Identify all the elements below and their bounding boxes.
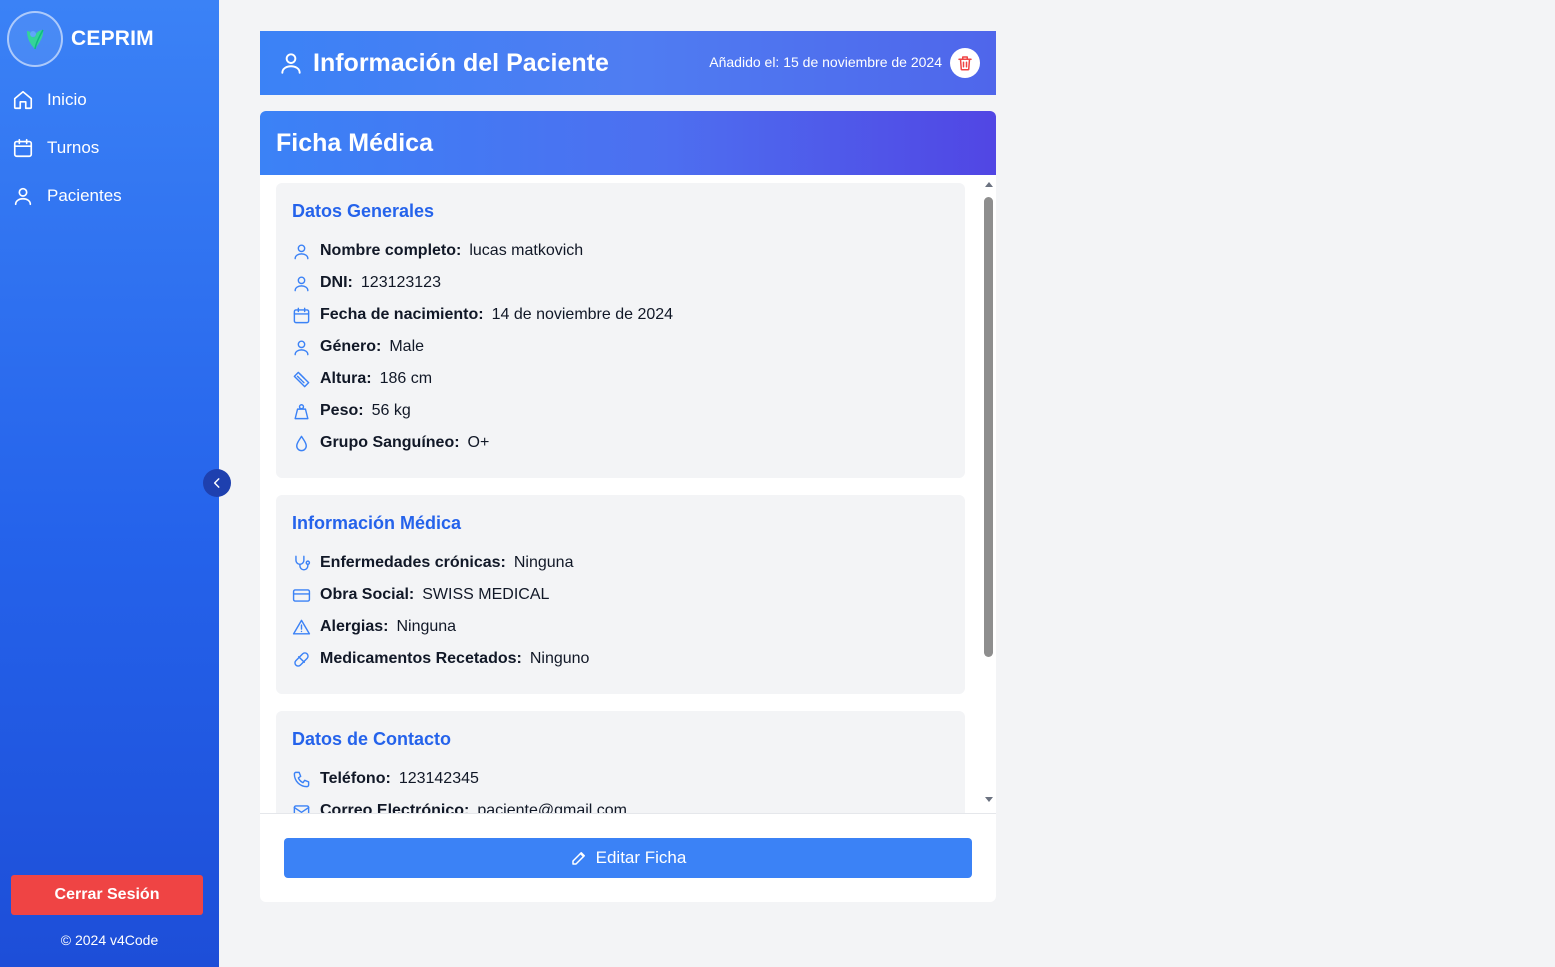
field-value: O+: [467, 434, 490, 451]
logout-button[interactable]: Cerrar Sesión: [11, 875, 203, 915]
field-label: DNI:: [320, 274, 353, 291]
sidebar-item-turnos[interactable]: Turnos: [0, 124, 219, 172]
field-label: Teléfono:: [320, 770, 391, 787]
ficha-title: Ficha Médica: [276, 128, 433, 157]
scrollbar[interactable]: [982, 175, 996, 813]
field-label: Grupo Sanguíneo:: [320, 434, 460, 451]
field-altura: Altura: 186 cm: [292, 367, 432, 391]
mail-icon: [293, 804, 310, 813]
ruler-icon: [293, 371, 310, 387]
sidebar-nav: Inicio Turnos Pacientes: [0, 76, 219, 220]
ficha-scroll-area[interactable]: Datos Generales Nombre completo: lucas m…: [260, 175, 996, 813]
section-informacion-medica: Información Médica Enfermedades crónicas…: [276, 495, 965, 694]
pill-icon: [294, 651, 309, 667]
added-date: Añadido el: 15 de noviembre de 2024: [709, 54, 942, 70]
field-alergias: Alergias: Ninguna: [292, 615, 456, 639]
id-user-icon: [294, 275, 309, 291]
field-genero: Género: Male: [292, 335, 424, 359]
field-label: Obra Social:: [320, 586, 415, 603]
field-value: SWISS MEDICAL: [422, 586, 550, 603]
sidebar-item-label: Inicio: [47, 90, 87, 109]
user-icon: [281, 53, 301, 74]
delete-patient-button[interactable]: [950, 48, 980, 78]
field-value: lucas matkovich: [469, 242, 584, 259]
edit-ficha-label: Editar Ficha: [595, 848, 687, 867]
phone-icon: [293, 771, 310, 787]
field-label: Medicamentos Recetados:: [320, 650, 522, 667]
field-value: 123123123: [360, 274, 441, 291]
sidebar-item-label: Turnos: [47, 138, 100, 157]
field-label: Peso:: [320, 402, 364, 419]
field-value: Ninguno: [529, 650, 590, 667]
field-value: Ninguna: [396, 618, 457, 635]
home-icon: [13, 90, 33, 110]
field-fecha-nacimiento: Fecha de nacimiento: 14 de noviembre de …: [292, 303, 673, 327]
section-datos-contacto: Datos de Contacto Teléfono: 123142345 Co…: [276, 711, 965, 813]
user-icon: [294, 339, 309, 355]
page-title: Información del Paciente: [313, 48, 609, 77]
field-correo: Correo Electrónico: paciente@gmail.com: [292, 799, 627, 813]
field-label: Alergias:: [320, 618, 389, 635]
alert-triangle-icon: [292, 619, 311, 635]
user-icon: [294, 243, 309, 259]
sidebar-item-inicio[interactable]: Inicio: [0, 76, 219, 124]
field-label: Fecha de nacimiento:: [320, 306, 484, 323]
field-value: 56 kg: [371, 402, 411, 419]
patient-header: Información del Paciente Añadido el: 15 …: [260, 31, 996, 95]
field-value: 186 cm: [379, 370, 433, 387]
field-label: Enfermedades crónicas:: [320, 554, 506, 571]
field-telefono: Teléfono: 123142345: [292, 767, 479, 791]
field-label: Género:: [320, 338, 382, 355]
field-value: Male: [389, 338, 425, 355]
stethoscope-icon: [295, 555, 311, 571]
field-value: paciente@gmail.com: [477, 802, 627, 813]
field-value: 123142345: [398, 770, 479, 787]
field-label: Correo Electrónico:: [320, 802, 470, 813]
scroll-down-arrow[interactable]: [985, 797, 993, 802]
field-grupo-sanguineo: Grupo Sanguíneo: O+: [292, 431, 489, 455]
field-obra-social: Obra Social: SWISS MEDICAL: [292, 583, 549, 607]
brand-name: CEPRIM: [71, 27, 154, 50]
field-label: Nombre completo:: [320, 242, 462, 259]
ceprim-logo: [7, 11, 63, 67]
sidebar-item-label: Pacientes: [47, 186, 122, 205]
field-value: 14 de noviembre de 2024: [491, 306, 674, 323]
section-title: Datos de Contacto: [292, 729, 452, 749]
ficha-header: Ficha Médica: [260, 111, 996, 175]
field-nombre: Nombre completo: lucas matkovich: [292, 239, 583, 263]
section-title: Información Médica: [292, 513, 462, 533]
calendar-icon: [13, 138, 33, 158]
ficha-card: Ficha Médica Datos Generales Nombre comp…: [260, 111, 996, 902]
field-label: Altura:: [320, 370, 372, 387]
field-dni: DNI: 123123123: [292, 271, 441, 295]
trash-icon: [958, 56, 972, 71]
sidebar: CEPRIM Inicio Turnos Pacientes Cerrar Se…: [0, 0, 219, 967]
user-icon: [14, 187, 32, 206]
droplet-icon: [296, 435, 307, 451]
collapse-sidebar-button[interactable]: [203, 469, 231, 497]
brand[interactable]: CEPRIM: [7, 11, 154, 67]
calendar-icon: [293, 307, 310, 323]
scrollbar-thumb[interactable]: [984, 197, 993, 657]
edit-icon: [571, 852, 585, 865]
scroll-up-arrow[interactable]: [985, 182, 993, 187]
sidebar-item-pacientes[interactable]: Pacientes: [0, 172, 219, 220]
field-peso: Peso: 56 kg: [292, 399, 411, 423]
divider: [260, 813, 996, 814]
copyright: © 2024 v4Code: [60, 932, 159, 948]
field-value: Ninguna: [513, 554, 574, 571]
chevron-left-icon: [213, 478, 220, 488]
section-datos-generales: Datos Generales Nombre completo: lucas m…: [276, 183, 965, 478]
section-title: Datos Generales: [292, 201, 435, 221]
weight-icon: [294, 403, 309, 419]
field-medicamentos: Medicamentos Recetados: Ninguno: [292, 647, 589, 671]
credit-card-icon: [292, 588, 311, 602]
edit-ficha-button[interactable]: Editar Ficha: [284, 838, 972, 878]
field-enfermedades-cronicas: Enfermedades crónicas: Ninguna: [292, 551, 573, 575]
